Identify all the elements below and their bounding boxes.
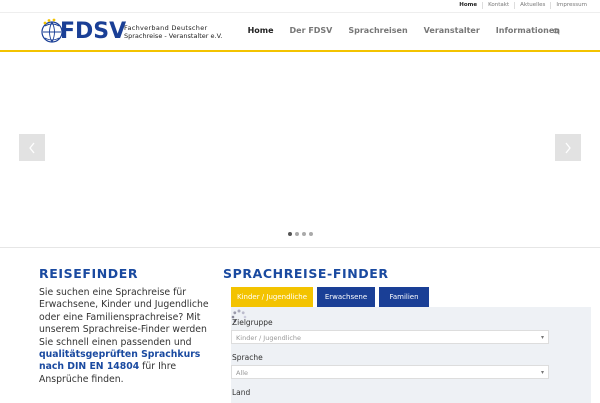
tab-kinder-jugendliche[interactable]: Kinder / Jugendliche [231, 287, 313, 307]
chevron-down-icon: ▾ [540, 334, 544, 341]
top-link-aktuelles[interactable]: Aktuelles [514, 2, 550, 9]
site-logo[interactable]: FDSV Fachverband Deutscher Sprachreise -… [40, 17, 222, 47]
sprache-label: Sprache [232, 353, 263, 362]
top-bar: Home Kontakt Aktuelles Impressum [0, 0, 600, 13]
hero-slider [0, 52, 600, 248]
top-link-impressum[interactable]: Impressum [550, 2, 592, 9]
top-links: Home Kontakt Aktuelles Impressum [454, 2, 592, 9]
slider-dots [288, 232, 313, 236]
slider-dot[interactable] [302, 232, 306, 236]
logo-subtitle: Fachverband Deutscher Sprachreise - Vera… [124, 24, 223, 40]
slider-dot[interactable] [309, 232, 313, 236]
zielgruppe-select[interactable]: Kinder / Jugendliche ▾ [231, 330, 549, 344]
slider-dot[interactable] [295, 232, 299, 236]
search-icon[interactable] [553, 28, 560, 35]
nav-home[interactable]: Home [240, 26, 282, 35]
finder-tabs: Kinder / Jugendliche Erwachsene Familien [231, 287, 429, 307]
reisefinder-highlight-link[interactable]: qualitätsgeprüften Sprachkurs nach DIN E… [39, 349, 200, 372]
chevron-left-icon [29, 142, 35, 153]
reisefinder-section: REISEFINDER Sie suchen eine Sprachreise … [39, 266, 209, 386]
chevron-right-icon [565, 142, 571, 153]
finder-form-panel: Zielgruppe Kinder / Jugendliche ▾ Sprach… [231, 307, 591, 403]
slider-dot[interactable] [288, 232, 292, 236]
reisefinder-text: Sie suchen eine Sprachreise für Erwachse… [39, 287, 209, 385]
site-header: FDSV Fachverband Deutscher Sprachreise -… [0, 13, 600, 52]
nav-der-fdsv[interactable]: Der FDSV [282, 26, 341, 35]
main-nav: Home Der FDSV Sprachreisen Veranstalter … [240, 26, 568, 35]
logo-wordmark: FDSV [60, 19, 127, 44]
tab-erwachsene[interactable]: Erwachsene [317, 287, 375, 307]
sprache-select[interactable]: Alle ▾ [231, 365, 549, 379]
top-link-kontakt[interactable]: Kontakt [482, 2, 514, 9]
chevron-down-icon: ▾ [540, 369, 544, 376]
sprachreise-finder-section: SPRACHREISE-FINDER Kinder / Jugendliche … [223, 266, 593, 403]
slider-prev-button[interactable] [19, 134, 45, 161]
top-link-home[interactable]: Home [454, 2, 482, 9]
sprachreise-finder-title: SPRACHREISE-FINDER [223, 266, 389, 281]
reisefinder-title: REISEFINDER [39, 266, 139, 281]
land-label: Land [232, 388, 251, 397]
zielgruppe-label: Zielgruppe [232, 318, 273, 327]
tab-familien[interactable]: Familien [379, 287, 429, 307]
slider-next-button[interactable] [555, 134, 581, 161]
nav-sprachreisen[interactable]: Sprachreisen [340, 26, 415, 35]
nav-veranstalter[interactable]: Veranstalter [416, 26, 488, 35]
